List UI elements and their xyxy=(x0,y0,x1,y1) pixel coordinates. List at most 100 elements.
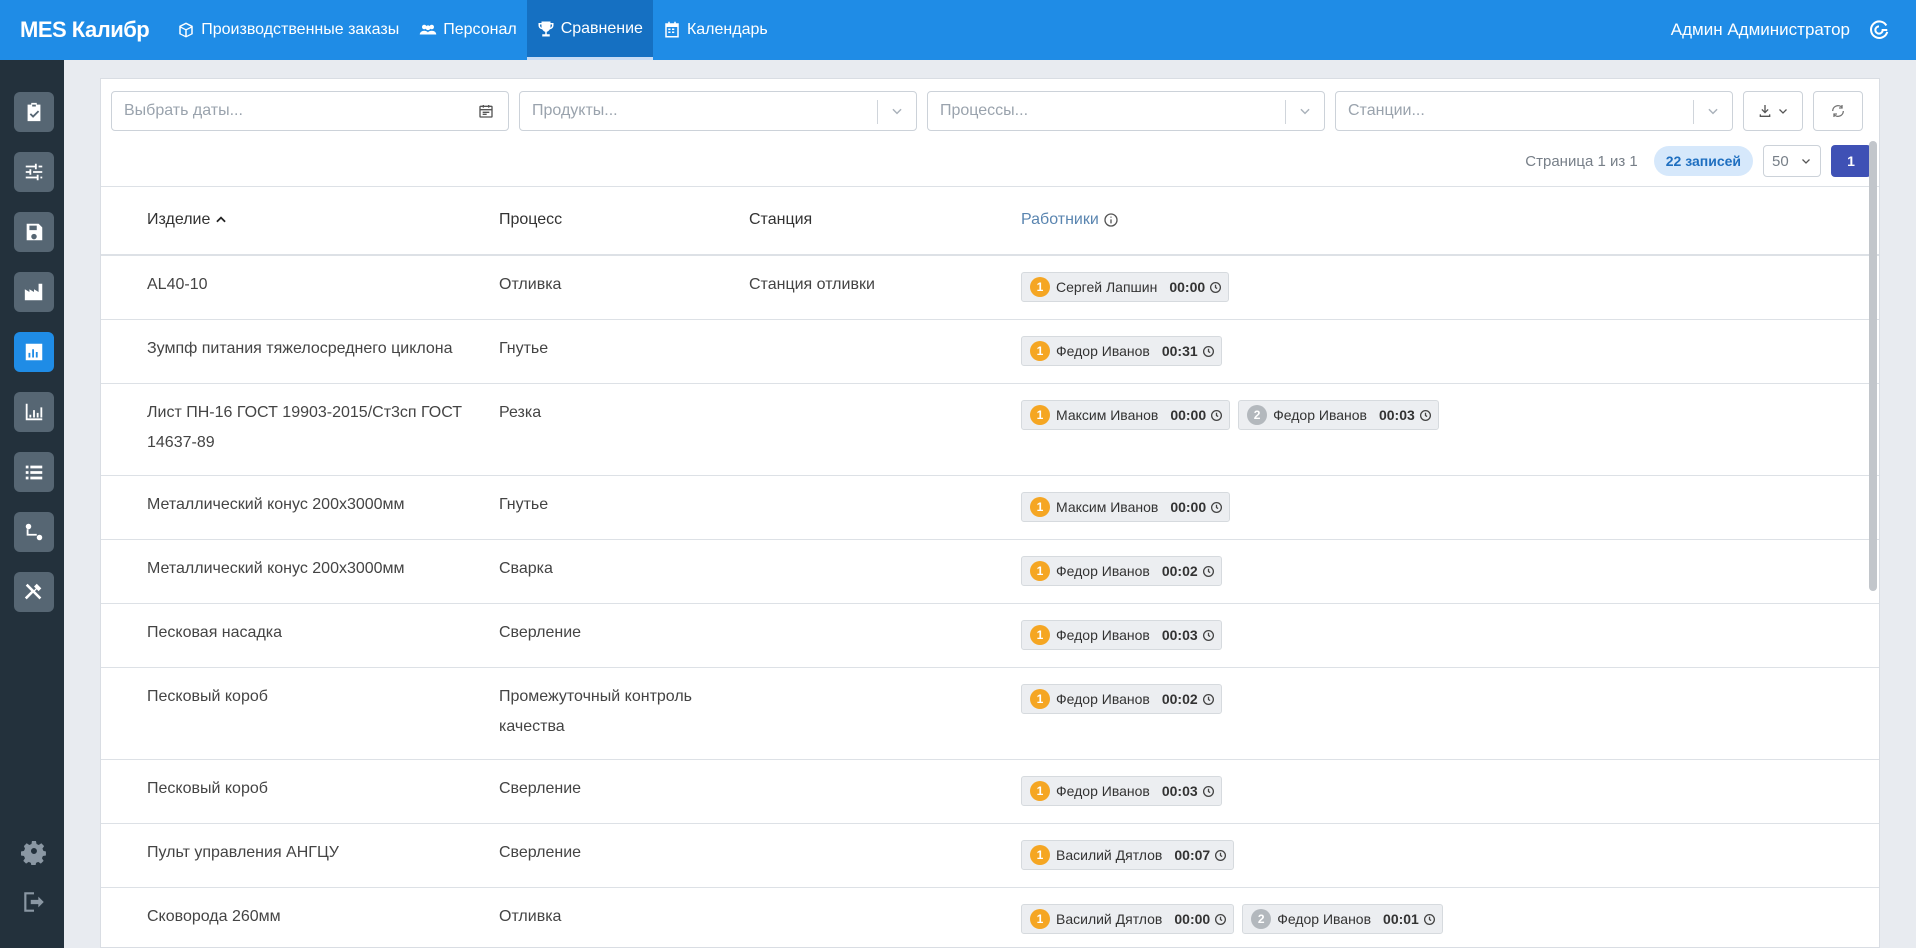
table-row[interactable]: Песковый короб Сверление 1 Федор Иванов … xyxy=(101,760,1879,824)
sidebar xyxy=(0,60,64,948)
comparison-card: Выбрать даты... Продукты... Процессы... … xyxy=(100,78,1880,948)
column-station-header[interactable]: Станция xyxy=(749,211,812,229)
processes-select[interactable]: Процессы... xyxy=(927,91,1325,131)
rank-badge: 1 xyxy=(1030,909,1050,929)
scrollbar[interactable] xyxy=(1869,141,1877,591)
nav-calendar[interactable]: Календарь xyxy=(653,0,778,60)
table-row[interactable]: Металлический конус 200х3000мм Гнутье 1 … xyxy=(101,476,1879,540)
sliders-icon xyxy=(25,163,43,181)
process-cell: Сверление xyxy=(499,844,582,861)
worker-chip[interactable]: 2 Федор Иванов 00:03 xyxy=(1238,400,1439,430)
worker-chip[interactable]: 1 Федор Иванов 00:31 xyxy=(1021,336,1222,366)
worker-chip[interactable]: 1 Сергей Лапшин 00:00 xyxy=(1021,272,1230,302)
sidebar-list[interactable] xyxy=(14,452,54,492)
table-header: Изделие Процесс Станция Работники xyxy=(101,186,1879,256)
page-button-1[interactable]: 1 xyxy=(1831,145,1871,177)
clock-icon xyxy=(1202,785,1214,797)
products-select[interactable]: Продукты... xyxy=(519,91,917,131)
nav-personnel[interactable]: Персонал xyxy=(409,0,526,60)
worker-chip[interactable]: 1 Федор Иванов 00:02 xyxy=(1021,556,1222,586)
column-process-header[interactable]: Процесс xyxy=(499,211,562,229)
clock-icon xyxy=(1215,849,1227,861)
users-icon xyxy=(419,24,437,35)
filter-bar: Выбрать даты... Продукты... Процессы... … xyxy=(111,91,1863,131)
worker-chip[interactable]: 1 Максим Иванов 00:00 xyxy=(1021,400,1231,430)
workers-cell: 1 Федор Иванов 00:02 xyxy=(1021,556,1222,586)
sidebar-factory[interactable] xyxy=(14,272,54,312)
trophy-icon xyxy=(538,21,554,36)
rank-badge: 1 xyxy=(1030,277,1050,297)
box-icon xyxy=(179,22,193,38)
stations-select[interactable]: Станции... xyxy=(1335,91,1733,131)
table-row[interactable]: Сковорода 260мм Отливка 1 Василий Дятлов… xyxy=(101,888,1879,947)
export-button[interactable] xyxy=(1743,91,1803,131)
sidebar-logout[interactable] xyxy=(18,886,50,918)
product-cell: Зумпф питания тяжелосреднего циклона xyxy=(147,340,453,357)
worker-name: Федор Иванов xyxy=(1273,407,1367,423)
logout-icon xyxy=(24,892,44,912)
chevron-down-icon[interactable] xyxy=(1298,104,1312,118)
refresh-icon xyxy=(1832,105,1844,117)
product-cell: Металлический конус 200х3000мм xyxy=(147,496,405,513)
chevron-down-icon[interactable] xyxy=(1706,104,1720,118)
sidebar-tasks[interactable] xyxy=(14,92,54,132)
worker-chip[interactable]: 1 Федор Иванов 00:03 xyxy=(1021,776,1222,806)
chevron-down-icon[interactable] xyxy=(890,104,904,118)
sidebar-settings[interactable] xyxy=(18,836,50,868)
worker-chip[interactable]: 1 Василий Дятлов 00:00 xyxy=(1021,904,1235,934)
info-icon[interactable] xyxy=(1103,212,1119,228)
table-row[interactable]: Песковая насадка Сверление 1 Федор Ивано… xyxy=(101,604,1879,668)
sidebar-balance[interactable] xyxy=(14,152,54,192)
refresh-button[interactable] xyxy=(1813,91,1863,131)
nav-production-orders[interactable]: Производственные заказы xyxy=(167,0,409,60)
worker-chip[interactable]: 1 Федор Иванов 00:03 xyxy=(1021,620,1222,650)
workers-cell: 1 Федор Иванов 00:02 xyxy=(1021,684,1222,714)
rank-badge: 1 xyxy=(1030,781,1050,801)
records-count-badge: 22 записей xyxy=(1653,146,1753,176)
worker-time: 00:03 xyxy=(1161,783,1198,799)
worker-chip[interactable]: 1 Федор Иванов 00:02 xyxy=(1021,684,1222,714)
sidebar-comparison[interactable] xyxy=(14,332,54,372)
station-cell: Станция отливки xyxy=(749,276,875,293)
sidebar-routes[interactable] xyxy=(14,512,54,552)
sidebar-analytics[interactable] xyxy=(14,392,54,432)
table-row[interactable]: Пульт управления АНГЦУ Сверление 1 Васил… xyxy=(101,824,1879,888)
app-brand[interactable]: MES Калибр xyxy=(0,17,167,43)
download-icon xyxy=(1759,105,1771,117)
column-product-header[interactable]: Изделие xyxy=(147,211,228,229)
user-name[interactable]: Админ Администратор xyxy=(1671,20,1850,40)
product-cell: Песковая насадка xyxy=(147,624,283,641)
worker-chip[interactable]: 1 Максим Иванов 00:00 xyxy=(1021,492,1231,522)
factory-icon xyxy=(24,283,43,301)
table-row[interactable]: Металлический конус 200х3000мм Сварка 1 … xyxy=(101,540,1879,604)
clock-icon xyxy=(1419,409,1431,421)
product-cell: Лист ПН-16 ГОСТ 19903-2015/Ст3сп ГОСТ 14… xyxy=(147,404,463,451)
worker-chip[interactable]: 2 Федор Иванов 00:01 xyxy=(1242,904,1443,934)
sidebar-storage[interactable] xyxy=(14,212,54,252)
select-divider xyxy=(1693,100,1694,124)
table-row[interactable]: AL40-10 Отливка Станция отливки 1 Сергей… xyxy=(101,256,1879,320)
rank-badge: 2 xyxy=(1247,405,1268,425)
worker-time: 00:01 xyxy=(1383,911,1419,927)
app-logo-icon[interactable] xyxy=(1868,19,1890,41)
clock-icon xyxy=(1210,281,1222,293)
page-size-select[interactable]: 50 xyxy=(1763,145,1821,177)
clock-icon xyxy=(1215,913,1227,925)
worker-time: 00:07 xyxy=(1174,847,1211,863)
date-range-picker[interactable]: Выбрать даты... xyxy=(111,91,509,131)
worker-time: 00:03 xyxy=(1161,627,1198,643)
worker-time: 00:02 xyxy=(1161,691,1198,707)
stations-placeholder: Станции... xyxy=(1348,102,1425,119)
rank-badge: 1 xyxy=(1030,405,1050,425)
clock-icon xyxy=(1202,345,1214,357)
table-row[interactable]: Зумпф питания тяжелосреднего циклона Гну… xyxy=(101,320,1879,384)
page-size-value: 50 xyxy=(1772,152,1789,170)
worker-name: Василий Дятлов xyxy=(1056,911,1163,927)
table-row[interactable]: Лист ПН-16 ГОСТ 19903-2015/Ст3сп ГОСТ 14… xyxy=(101,384,1879,476)
nav-comparison[interactable]: Сравнение xyxy=(526,0,653,60)
worker-time: 00:03 xyxy=(1378,407,1415,423)
worker-chip[interactable]: 1 Василий Дятлов 00:07 xyxy=(1021,840,1235,870)
sidebar-tools[interactable] xyxy=(14,572,54,612)
table-row[interactable]: Песковый короб Промежуточный контроль ка… xyxy=(101,668,1879,760)
worker-name: Максим Иванов xyxy=(1056,407,1159,423)
